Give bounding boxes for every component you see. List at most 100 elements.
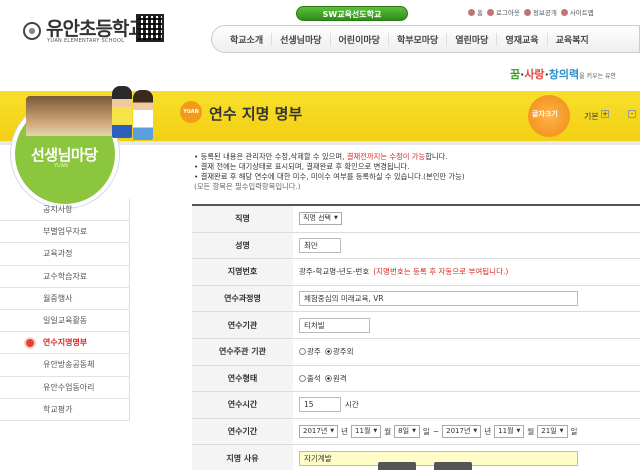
form-row-host: 연수주관 기관 광주 광주외 xyxy=(192,338,640,366)
sw-school-button[interactable]: SW교육선도학교 xyxy=(296,6,408,21)
form-row-appoint-no: 지명번호 광주-학교명-년도-번호 (지명번호는 등록 후 자동으로 부여됩니다.… xyxy=(192,259,640,286)
sidebar-item-dept-materials[interactable]: 부별업무자료 xyxy=(0,221,130,244)
nav-gifted[interactable]: 영재교육 xyxy=(497,32,548,46)
logout-icon xyxy=(486,8,494,16)
dropdown-arrow-icon: ▼ xyxy=(330,428,335,435)
form-row-period: 연수기간 2017년 ▼ 년 11월 ▼ 월 8일 ▼ 일 ~ 2017년 ▼ 년 11월 ▼ 월 … xyxy=(192,418,640,446)
training-form: 직명 직명 선택 ▼ 성명 최만 지명번호 광주-학교명-년도-번호 (지명번호는 … xyxy=(192,204,640,470)
slogan: 꿈·사랑·창의력을 키우는 유안 xyxy=(510,68,617,81)
cancel-button[interactable] xyxy=(434,462,472,470)
unit-label: 월 xyxy=(384,427,392,437)
sidebar-item-label: 연수지명명부 xyxy=(43,338,88,348)
dropdown-arrow-icon: ▼ xyxy=(516,428,521,435)
yuan-badge-icon: YUAN xyxy=(180,101,202,123)
sidebar-item-class-club[interactable]: 유안수업동아리 xyxy=(0,376,130,399)
sidebar-item-broadcast[interactable]: 유안방송공동체 xyxy=(0,354,130,377)
sidebar-item-daily-activities[interactable]: 일일교육활동 xyxy=(0,309,130,333)
start-year-select[interactable]: 2017년 ▼ xyxy=(299,425,339,439)
sidebar-item-curriculum[interactable]: 교육과정 xyxy=(0,243,130,266)
student-illustration xyxy=(112,86,132,138)
nav-welfare[interactable]: 교육복지 xyxy=(548,33,597,46)
form-row-org: 연수기관 티처빌 xyxy=(192,312,640,339)
host-radio-gwangju[interactable]: 광주 xyxy=(299,346,321,357)
info-icon xyxy=(523,8,531,16)
font-size-label: 글자크기 xyxy=(532,110,558,118)
nav-parents[interactable]: 학부모마당 xyxy=(389,32,448,46)
page-title: 연수 지명 명부 xyxy=(209,105,303,123)
nav-school-intro[interactable]: 학교소개 xyxy=(222,32,273,46)
info-disclosure-link[interactable]: 정보공개 xyxy=(523,7,557,17)
form-row-mode: 연수형태 출석 원격 xyxy=(192,365,640,393)
school-emblem-icon[interactable] xyxy=(23,22,41,40)
student-illustration xyxy=(133,90,153,140)
unit-label: 월 xyxy=(527,427,535,437)
start-month-select[interactable]: 11월 ▼ xyxy=(351,425,382,439)
dropdown-arrow-icon: ▼ xyxy=(412,428,416,435)
appoint-no-note: (지명번호는 등록 후 자동으로 부여됩니다.) xyxy=(373,267,509,277)
host-radio-outside[interactable]: 광주외 xyxy=(324,346,354,357)
font-size-reset[interactable]: 기본 xyxy=(584,111,599,122)
sitemap-link[interactable]: 사이트맵 xyxy=(560,7,594,17)
dropdown-arrow-icon: ▼ xyxy=(559,428,564,435)
dropdown-arrow-icon: ▼ xyxy=(373,428,378,435)
sidebar-item-training-roster[interactable]: 연수지명명부 xyxy=(0,332,130,355)
radio-checked-icon xyxy=(324,374,332,382)
nav-open[interactable]: 열린마당 xyxy=(447,32,498,46)
school-name[interactable]: 유안초등학교 xyxy=(46,14,146,41)
hours-field[interactable]: 15 xyxy=(299,397,341,413)
mode-radio-remote[interactable]: 원격 xyxy=(324,373,347,384)
course-field[interactable]: 체험중심의 미래교육, VR xyxy=(299,291,578,307)
home-icon xyxy=(468,8,475,16)
qr-code-icon xyxy=(136,14,164,42)
host-label: 연수주관 기관 xyxy=(192,338,293,365)
name-field[interactable]: 최만 xyxy=(299,237,341,253)
radio-checked-icon xyxy=(324,348,332,356)
logout-link[interactable]: 로그아웃 xyxy=(486,7,520,17)
notice-line: • 결재 전에는 대기상태로 표시되며, 결재완료 후 확인으로 변경됩니다. xyxy=(194,162,410,171)
dropdown-arrow-icon: ▼ xyxy=(334,215,338,222)
form-row-name: 성명 최만 xyxy=(192,232,640,260)
sidebar-item-notice[interactable]: 공지사항 xyxy=(0,199,130,222)
form-row-course: 연수과정명 체험중심의 미래교육, VR xyxy=(192,285,640,313)
notice-box: • 등록된 내용은 관리자만 수정,삭제할 수 있으며, 결재전까지는 수정이 … xyxy=(194,152,465,192)
radio-icon xyxy=(299,374,306,382)
position-select[interactable]: 직명 선택 ▼ xyxy=(299,212,342,226)
appoint-no-label: 지명번호 xyxy=(192,259,293,285)
unit-label: 일 xyxy=(570,427,578,437)
hours-unit: 시간 xyxy=(345,400,359,410)
sitemap-icon xyxy=(560,8,568,16)
notice-line: (모든 항목은 필수입력항목입니다.) xyxy=(194,182,301,191)
section-title: 선생님마당 xyxy=(31,146,98,164)
side-menu: 공지사항 부별업무자료 교육과정 교수학습자료 월중행사 일일교육활동 연수지명… xyxy=(0,199,130,421)
nav-kids[interactable]: 어린이마당 xyxy=(331,32,389,46)
school-building-image xyxy=(26,96,116,136)
sidebar-item-teaching-materials[interactable]: 교수학습자료 xyxy=(0,265,130,288)
form-row-reason: 지명 사유 자기계발 xyxy=(192,445,640,470)
sidebar-item-monthly-events[interactable]: 월중행사 xyxy=(0,287,130,310)
org-field[interactable]: 티처빌 xyxy=(299,317,370,333)
end-month-select[interactable]: 11월 ▼ xyxy=(494,425,525,439)
font-size-decrease-button[interactable]: - xyxy=(628,110,636,118)
form-row-position: 직명 직명 선택 ▼ xyxy=(192,206,640,233)
school-name-en: YUAN ELEMENTARY SCHOOL xyxy=(47,38,125,44)
hours-label: 연수시간 xyxy=(192,392,293,418)
unit-label: 일 xyxy=(422,427,430,437)
active-bullet-icon xyxy=(26,339,34,348)
font-size-increase-button[interactable]: + xyxy=(601,110,609,118)
font-size-widget: 글자크기 xyxy=(528,95,570,137)
sidebar-item-school-eval[interactable]: 학교평가 xyxy=(0,398,130,421)
home-link[interactable]: 홈 xyxy=(468,7,483,17)
mode-radio-attend[interactable]: 출석 xyxy=(299,373,321,384)
end-year-select[interactable]: 2017년 ▼ xyxy=(442,425,482,439)
submit-button[interactable] xyxy=(378,462,416,470)
end-day-select[interactable]: 21일 ▼ xyxy=(537,425,568,439)
top-links: 홈 로그아웃 정보공개 사이트맵 xyxy=(468,7,594,17)
unit-label: 년 xyxy=(341,427,349,437)
mode-label: 연수형태 xyxy=(192,365,293,392)
position-label: 직명 xyxy=(192,206,293,232)
radio-icon xyxy=(299,348,306,356)
nav-teacher[interactable]: 선생님마당 xyxy=(272,32,331,46)
start-day-select[interactable]: 8일 ▼ xyxy=(394,425,420,439)
main-nav: 학교소개 선생님마당 어린이마당 학부모마당 열린마당 영재교육 교육복지 xyxy=(211,25,640,53)
section-subtitle: YUAN xyxy=(54,163,68,169)
